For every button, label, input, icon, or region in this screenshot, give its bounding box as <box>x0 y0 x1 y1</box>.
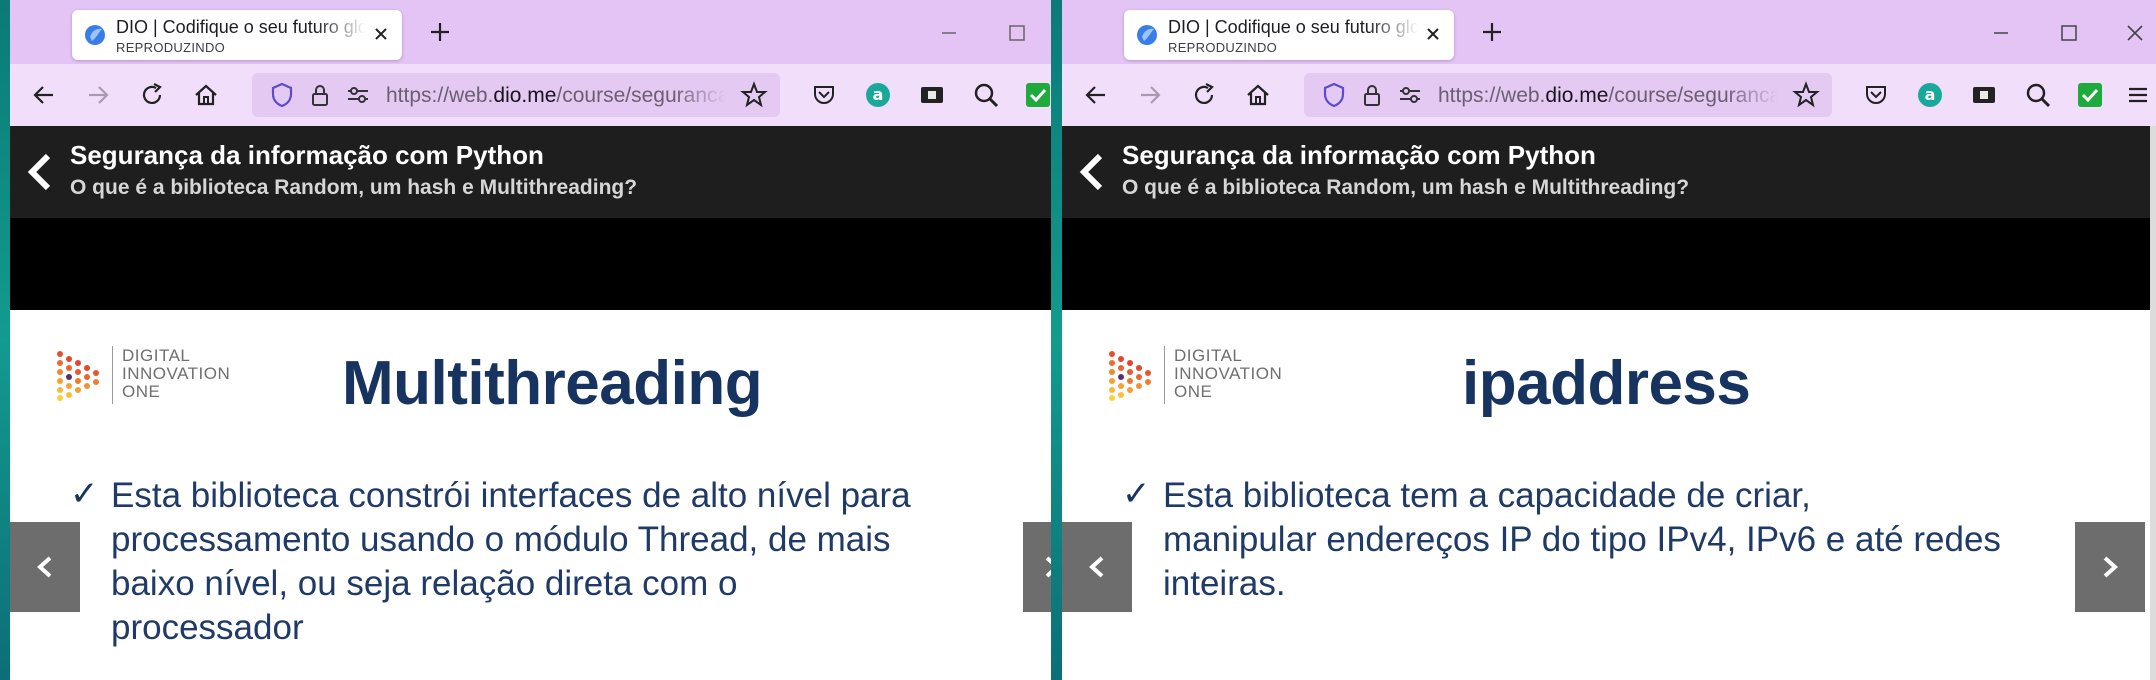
slide-prev-button[interactable] <box>1062 522 1132 612</box>
plus-icon[interactable] <box>1478 18 1506 46</box>
url-bar[interactable]: https://web.dio.me/course/seguranca-da-i… <box>1304 73 1832 117</box>
back-arrow-icon[interactable] <box>1082 81 1110 109</box>
dio-favicon <box>85 25 105 45</box>
chevron-right-icon <box>1045 556 1051 578</box>
reload-icon[interactable] <box>138 81 166 109</box>
amazon-icon[interactable]: a <box>864 81 892 109</box>
slide-prev-button[interactable] <box>10 522 80 612</box>
chevron-left-icon <box>37 556 52 578</box>
nav-bar: https://web.dio.me/course/seguranca-da-i… <box>10 64 1051 126</box>
chevron-right-icon <box>2103 556 2118 578</box>
tab-dio[interactable]: DIO | Codifique o seu futuro global agor… <box>72 10 402 60</box>
slide-next-button[interactable] <box>2075 522 2145 612</box>
tab-title: DIO | Codifique o seu futuro global agor… <box>1168 17 1418 37</box>
shield-icon[interactable] <box>1320 81 1348 109</box>
back-arrow-icon[interactable] <box>30 81 58 109</box>
slide: DIGITAL INNOVATION ONE ipaddress ✓ Esta … <box>1062 310 2150 680</box>
checkmark-icon: ✓ <box>70 475 99 513</box>
permissions-icon[interactable] <box>1396 81 1424 109</box>
svg-text:a: a <box>873 85 884 104</box>
course-title: Segurança da informação com Python <box>70 140 544 170</box>
chevron-left-icon <box>1089 556 1104 578</box>
minimize-icon[interactable] <box>1988 20 2014 46</box>
permissions-icon[interactable] <box>344 81 372 109</box>
check-extension-icon[interactable] <box>2076 81 2104 109</box>
slide-bullet-text: Esta biblioteca constrói interfaces de a… <box>111 476 911 647</box>
chevron-left-icon[interactable] <box>1076 150 1108 194</box>
maximize-icon[interactable] <box>1004 20 1030 46</box>
close-icon[interactable] <box>1422 23 1444 45</box>
plus-icon[interactable] <box>426 18 454 46</box>
slide: DIGITAL INNOVATION ONE Multithreading ✓ … <box>10 310 1051 680</box>
chevron-left-icon[interactable] <box>24 150 56 194</box>
search-extension-icon[interactable] <box>972 81 1000 109</box>
video-letterbox <box>1062 218 2156 310</box>
close-icon[interactable] <box>370 23 392 45</box>
nav-bar: https://web.dio.me/course/seguranca-da-i… <box>1062 64 2156 126</box>
dio-logo-text: DIGITAL INNOVATION ONE <box>122 346 231 401</box>
shield-icon[interactable] <box>268 81 296 109</box>
star-icon[interactable] <box>1792 81 1820 109</box>
lock-icon[interactable] <box>1358 81 1386 109</box>
check-extension-icon[interactable] <box>1024 81 1051 109</box>
tab-title: DIO | Codifique o seu futuro global agor… <box>116 17 366 37</box>
home-icon[interactable] <box>192 81 220 109</box>
lesson-title: O que é a biblioteca Random, um hash e M… <box>70 176 638 199</box>
star-icon[interactable] <box>740 81 768 109</box>
hamburger-menu-icon[interactable] <box>2124 81 2152 109</box>
slide-title: Multithreading <box>342 349 763 418</box>
svg-text:a: a <box>1925 85 1936 104</box>
browser-window-right: DIO | Codifique o seu futuro global agor… <box>1062 0 2156 680</box>
tab-playing-label: REPRODUZINDO <box>116 40 226 55</box>
logo-divider <box>1164 346 1165 404</box>
pocket-icon[interactable] <box>1862 81 1890 109</box>
checkmark-icon: ✓ <box>1122 475 1151 513</box>
url-bar[interactable]: https://web.dio.me/course/seguranca-da-i… <box>252 73 780 117</box>
url-text[interactable]: https://web.dio.me/course/seguranca-da-i… <box>386 84 726 108</box>
course-title: Segurança da informação com Python <box>1122 140 1596 170</box>
slide-title: ipaddress <box>1462 349 1751 418</box>
search-extension-icon[interactable] <box>2024 81 2052 109</box>
slide-next-button[interactable] <box>1023 522 1051 612</box>
amazon-icon[interactable]: a <box>1916 81 1944 109</box>
close-window-icon[interactable] <box>2122 20 2148 46</box>
lock-icon[interactable] <box>306 81 334 109</box>
forward-arrow-icon[interactable] <box>84 81 112 109</box>
course-header: Segurança da informação com Python O que… <box>1062 126 2156 218</box>
home-icon[interactable] <box>1244 81 1272 109</box>
tab-bar: DIO | Codifique o seu futuro global agor… <box>1062 0 2156 64</box>
browser-window-left: DIO | Codifique o seu futuro global agor… <box>10 0 1051 680</box>
url-text[interactable]: https://web.dio.me/course/seguranca-da-i… <box>1438 84 1778 108</box>
dio-logo-text: DIGITAL INNOVATION ONE <box>1174 346 1283 401</box>
lesson-title: O que é a biblioteca Random, um hash e M… <box>1122 176 1690 199</box>
pocket-icon[interactable] <box>810 81 838 109</box>
course-header: Segurança da informação com Python O que… <box>10 126 1051 218</box>
scrollbar[interactable] <box>2150 126 2156 680</box>
dio-favicon <box>1137 25 1157 45</box>
dio-logo-icon <box>57 351 99 401</box>
tab-playing-label: REPRODUZINDO <box>1168 40 1278 55</box>
logo-divider <box>112 346 113 404</box>
tab-bar: DIO | Codifique o seu futuro global agor… <box>10 0 1051 64</box>
slide-bullet-text: Esta biblioteca tem a capacidade de cria… <box>1163 476 2001 603</box>
id-card-icon[interactable] <box>918 81 946 109</box>
dio-logo-icon <box>1109 351 1151 401</box>
forward-arrow-icon[interactable] <box>1136 81 1164 109</box>
minimize-icon[interactable] <box>936 20 962 46</box>
reload-icon[interactable] <box>1190 81 1218 109</box>
tab-dio[interactable]: DIO | Codifique o seu futuro global agor… <box>1124 10 1454 60</box>
video-letterbox <box>10 218 1051 310</box>
id-card-icon[interactable] <box>1970 81 1998 109</box>
maximize-icon[interactable] <box>2056 20 2082 46</box>
